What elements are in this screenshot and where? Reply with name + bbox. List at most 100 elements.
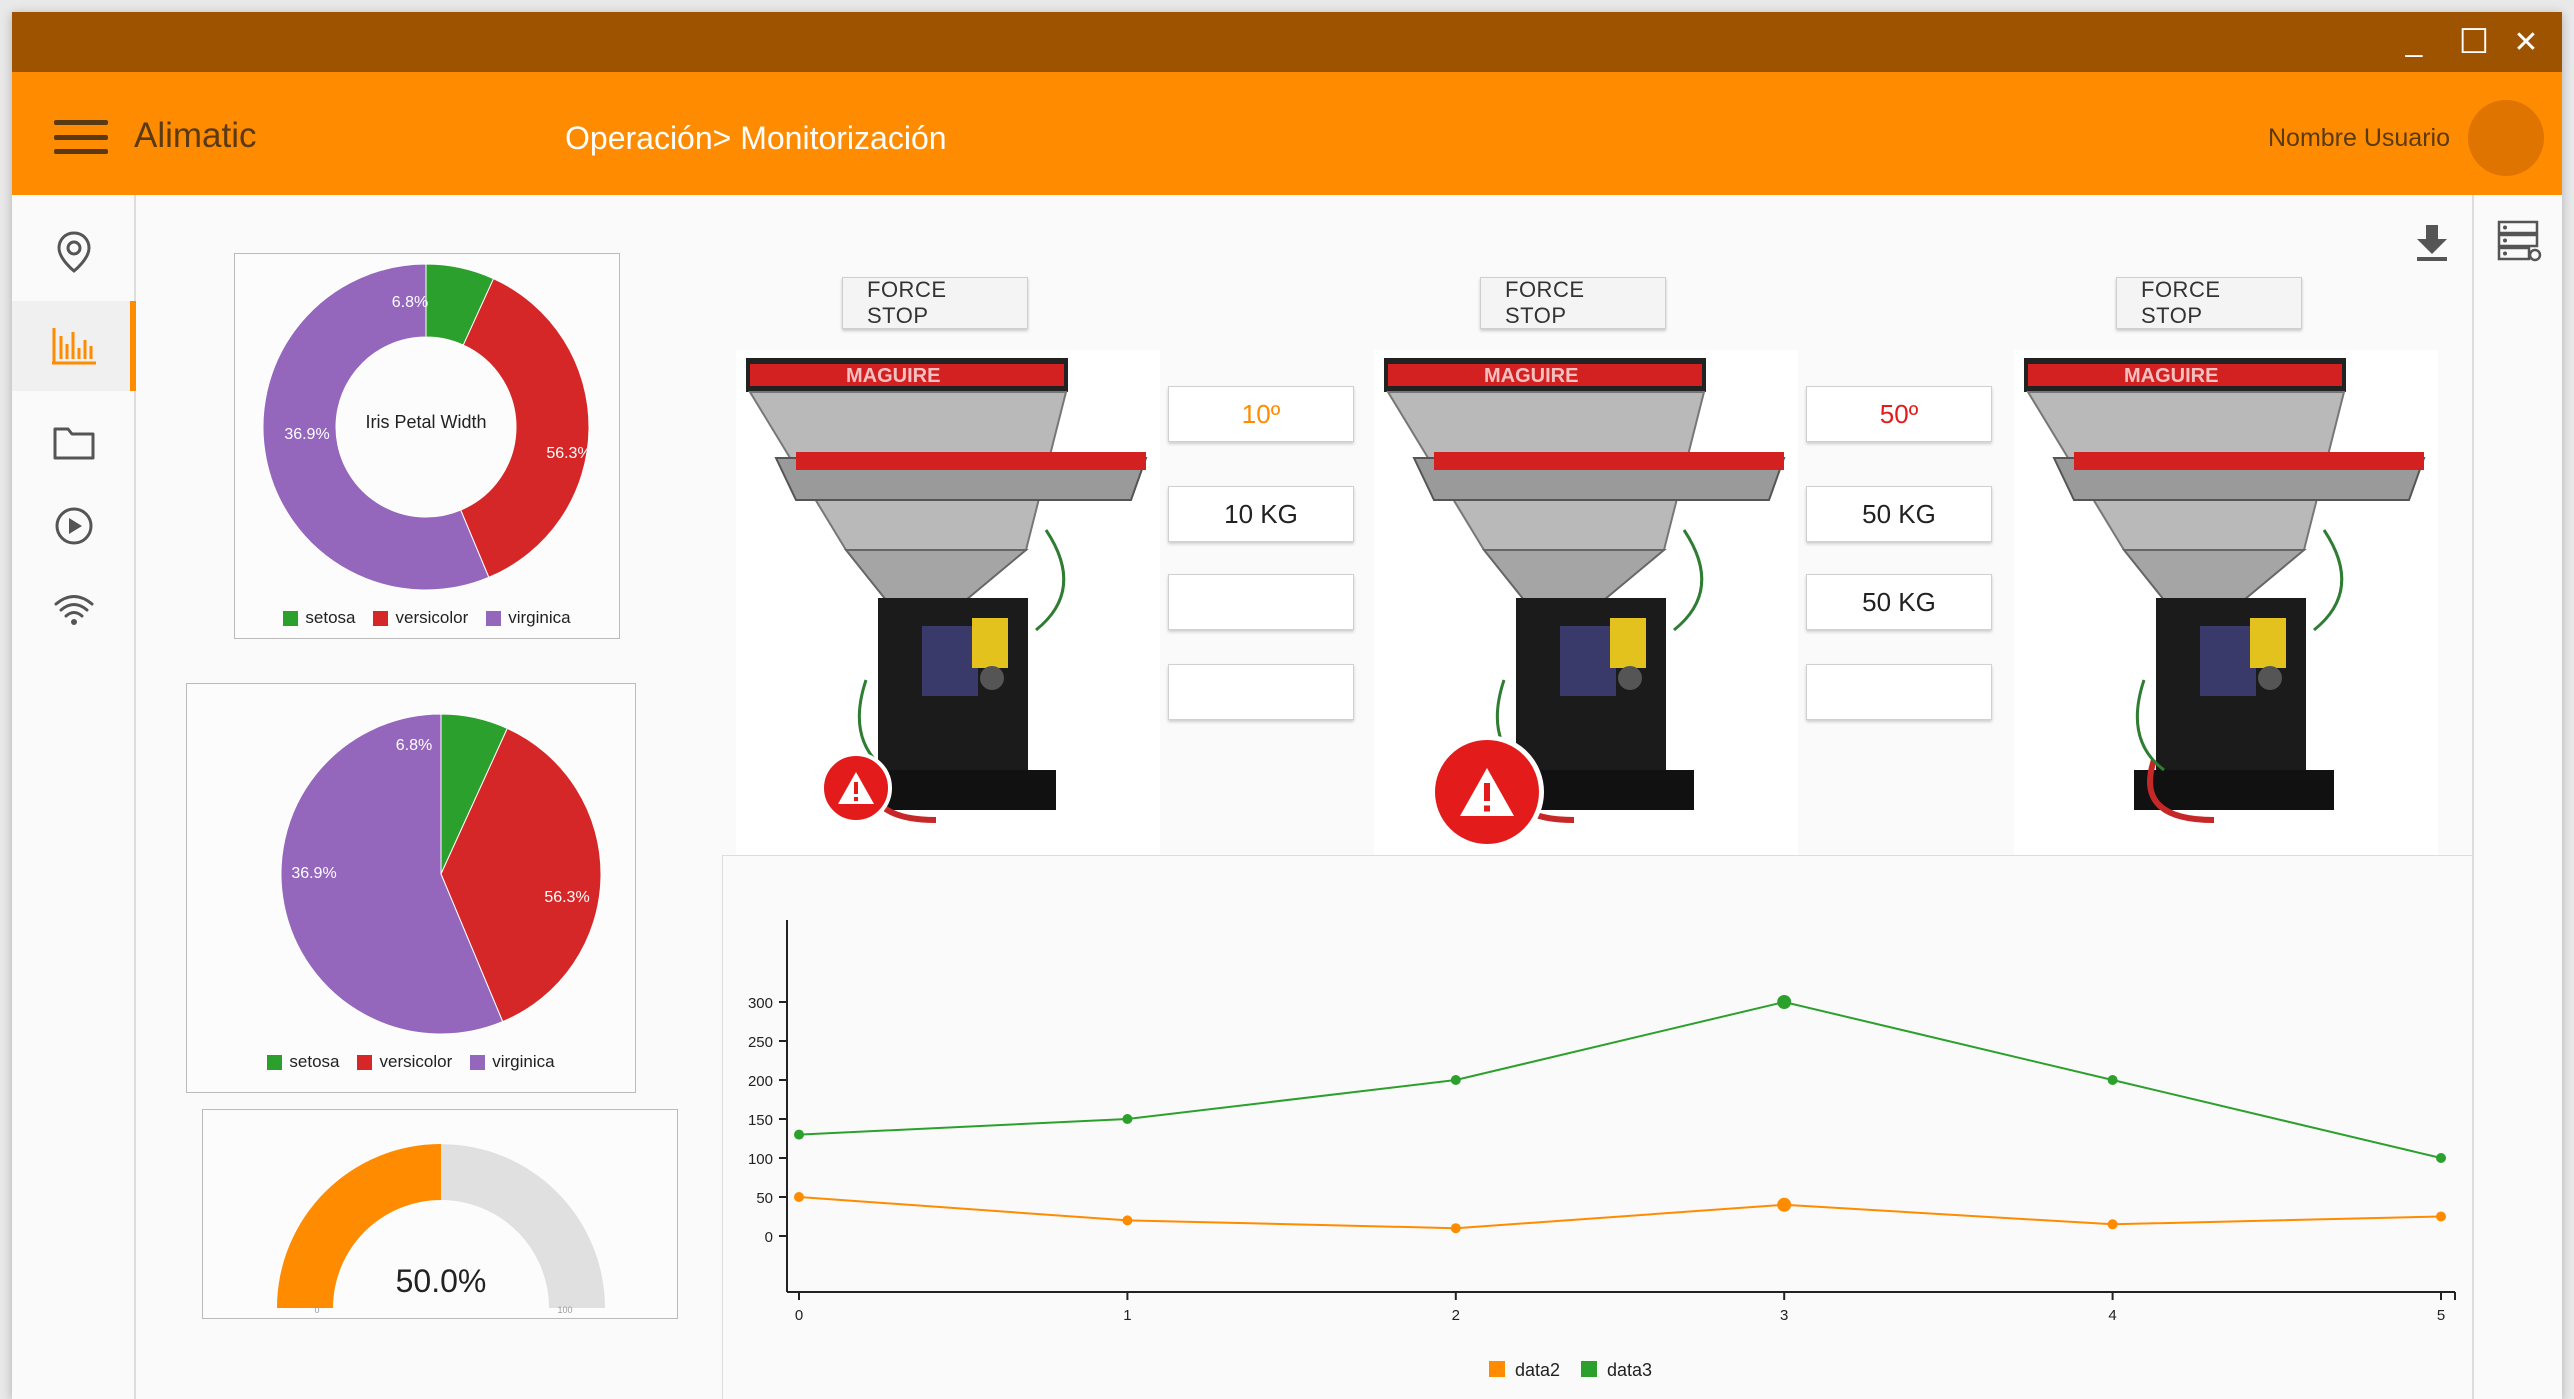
machine-card-3: MAGUIRE: [2014, 350, 2438, 855]
donut-legend: setosa versicolor virginica: [235, 608, 619, 628]
data-point-data2[interactable]: [1450, 1223, 1461, 1234]
y-tick-label: 50: [756, 1190, 773, 1207]
data-point-data3[interactable]: [1777, 995, 1792, 1009]
alert-badge-1[interactable]: [820, 752, 892, 824]
sidebar-item-play[interactable]: [12, 481, 136, 571]
data-point-data3[interactable]: [2107, 1075, 2118, 1085]
blender-machine-image: MAGUIRE: [746, 358, 1148, 823]
play-circle-icon: [55, 507, 93, 545]
legend-item-virginica[interactable]: virginica: [470, 1052, 555, 1072]
gauge-max: 100: [557, 1305, 572, 1315]
field-4-machine-1[interactable]: [1168, 664, 1354, 720]
close-button[interactable]: ✕: [2506, 22, 2546, 62]
app-window: _ ☐ ✕ Alimatic Operación> Monitorización…: [12, 12, 2562, 1399]
maximize-icon: ☐: [2458, 23, 2490, 61]
y-tick-label: 0: [765, 1229, 773, 1246]
legend-item-setosa[interactable]: setosa: [267, 1052, 339, 1072]
pie-chart-card: 6.8% 36.9% 56.3% setosa versicolor virgi…: [186, 683, 636, 1093]
user-name[interactable]: Nombre Usuario: [2268, 124, 2450, 153]
data-point-data3[interactable]: [2436, 1153, 2446, 1163]
sidebar-item-wifi[interactable]: [12, 565, 136, 655]
force-stop-button-3[interactable]: FORCE STOP: [2116, 277, 2302, 329]
warning-icon: [838, 772, 874, 804]
weight-field-2b[interactable]: 50 KG: [1806, 574, 1992, 630]
minimize-button[interactable]: _: [2394, 22, 2434, 62]
temperature-field-1[interactable]: 10º: [1168, 386, 1354, 442]
menu-icon[interactable]: [54, 120, 108, 154]
legend-label: data2: [1515, 1360, 1560, 1380]
server-settings-icon: [2497, 220, 2542, 262]
legend-item-virginica[interactable]: virginica: [486, 608, 571, 628]
field-4-machine-2[interactable]: [1806, 664, 1992, 720]
main-content: Iris Petal Width 6.8% 36.9% 56.3% setosa…: [138, 195, 2472, 1399]
legend-item-data2[interactable]: data2: [1489, 1360, 1560, 1380]
pie-label-setosa: 6.8%: [396, 737, 432, 754]
brand-label: MAGUIRE: [2124, 365, 2218, 387]
data-point-data2[interactable]: [794, 1192, 804, 1202]
legend-item-versicolor[interactable]: versicolor: [357, 1052, 452, 1072]
folder-icon: [53, 427, 95, 460]
x-tick-label: 5: [2437, 1307, 2445, 1324]
legend-item-data3[interactable]: data3: [1581, 1360, 1652, 1380]
pie-label-virginica: 56.3%: [544, 889, 589, 906]
maximize-button[interactable]: ☐: [2454, 22, 2494, 62]
donut-title: Iris Petal Width: [365, 412, 486, 432]
minimize-icon: _: [2405, 25, 2423, 58]
weight-field-2[interactable]: 50 KG: [1806, 486, 1992, 542]
alert-badge-2[interactable]: [1430, 735, 1544, 849]
line-chart-legend: data2 data3: [1489, 1360, 1652, 1380]
sidebar-item-charts[interactable]: [12, 301, 136, 391]
data-point-data2[interactable]: [1122, 1215, 1133, 1226]
data-point-data2[interactable]: [2107, 1219, 2118, 1230]
donut-label-versicolor: 36.9%: [284, 426, 329, 443]
wifi-icon: [54, 595, 94, 625]
close-icon: ✕: [2513, 25, 2539, 59]
machine-card-1: MAGUIRE: [736, 350, 1160, 855]
x-tick-label: 3: [1780, 1307, 1788, 1324]
right-panel: [2472, 195, 2562, 1399]
server-settings-button[interactable]: [2496, 219, 2542, 268]
legend-swatch: [1489, 1361, 1505, 1377]
gauge-card: 50.0% 0 100: [202, 1109, 678, 1319]
sidebar-item-location[interactable]: [12, 207, 136, 297]
data-point-data3[interactable]: [794, 1129, 804, 1140]
legend-item-setosa[interactable]: setosa: [283, 608, 355, 628]
donut-chart: Iris Petal Width 6.8% 36.9% 56.3%: [262, 263, 592, 591]
avatar[interactable]: [2468, 100, 2544, 176]
force-stop-button-1[interactable]: FORCE STOP: [842, 277, 1028, 329]
force-stop-button-2[interactable]: FORCE STOP: [1480, 277, 1666, 329]
blender-machine-image: MAGUIRE: [2024, 358, 2426, 823]
donut-label-virginica: 56.3%: [546, 445, 591, 462]
pie-label-versicolor: 36.9%: [291, 865, 336, 882]
bar-chart-icon: [52, 328, 96, 365]
brand-label: MAGUIRE: [1484, 365, 1578, 387]
legend-item-versicolor[interactable]: versicolor: [373, 608, 468, 628]
app-bar: Alimatic Operación> Monitorización Nombr…: [12, 72, 2562, 195]
pie-chart: 6.8% 36.9% 56.3%: [280, 713, 602, 1035]
y-tick-label: 300: [748, 995, 773, 1012]
legend-swatch: [1581, 1361, 1597, 1377]
app-title: Alimatic: [134, 116, 257, 155]
data-point-data2[interactable]: [1777, 1197, 1792, 1212]
line-chart-card: 0 50 100 150 200 250 300 0 1 2 3 4 5 data2 data3: [722, 855, 2472, 1399]
y-tick-label: 100: [748, 1151, 773, 1168]
line-chart: 0 50 100 150 200 250 300 0 1 2 3 4 5 data2 data3: [748, 920, 2456, 1380]
donut-chart-card: Iris Petal Width 6.8% 36.9% 56.3% setosa…: [234, 253, 620, 639]
data-point-data3[interactable]: [1122, 1114, 1133, 1124]
sidebar: [12, 195, 136, 1399]
data-point-data3[interactable]: [1450, 1075, 1461, 1085]
field-3-machine-1[interactable]: [1168, 574, 1354, 630]
x-tick-label: 2: [1452, 1307, 1460, 1324]
gauge-value: 50.0%: [396, 1263, 487, 1299]
legend-label: data3: [1607, 1360, 1652, 1380]
y-tick-label: 250: [748, 1034, 773, 1051]
warning-icon: [1460, 768, 1514, 816]
weight-field-1[interactable]: 10 KG: [1168, 486, 1354, 542]
temperature-field-2[interactable]: 50º: [1806, 386, 1992, 442]
chart-axes: 0 50 100 150 200 250 300 0 1 2 3 4 5: [748, 920, 2456, 1324]
download-button[interactable]: [2414, 223, 2450, 268]
window-titlebar: _ ☐ ✕: [12, 12, 2562, 72]
data-point-data2[interactable]: [2436, 1211, 2446, 1222]
sidebar-item-files[interactable]: [12, 397, 136, 487]
gauge-min: 0: [314, 1305, 319, 1315]
